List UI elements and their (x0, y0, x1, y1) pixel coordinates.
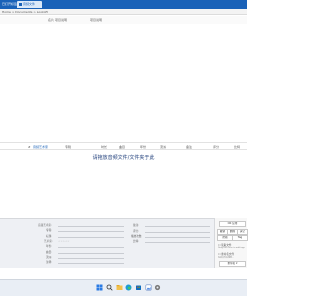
label-title: 标题: (46, 235, 53, 238)
bitrate-input[interactable] (145, 242, 210, 243)
column-genre[interactable]: 流派 (160, 145, 166, 149)
apply-button[interactable]: OK 应用 (219, 221, 246, 227)
year-input[interactable] (58, 247, 124, 248)
column-comment[interactable]: 备注 (186, 145, 192, 149)
side-action-panel: OK 应用 撤销 删除 清空 帮助 Tag ☐ 读取文件 Drag files … (214, 218, 248, 268)
tab-opened[interactable]: 已打开标签 (0, 1, 17, 8)
hint-text: Drag files here to add tags (218, 247, 245, 249)
tag-button[interactable]: Tag (232, 235, 248, 241)
column-bitrate[interactable]: 比特 (234, 145, 240, 149)
tab-audio-files[interactable]: 音频文件 (17, 1, 42, 8)
column-album[interactable]: 专辑 (65, 145, 71, 149)
settings-icon[interactable] (154, 284, 161, 291)
rename-hint: 包括文件名规则... (218, 257, 234, 259)
rename-button[interactable]: 重命名 ▾ (219, 261, 246, 267)
drop-zone-text: 请拖放音频文件/文件夹于此 (92, 155, 155, 161)
album-artist-input[interactable] (58, 226, 124, 227)
track-column-header: # 音频艺术家 专辑 时长 曲目 年份 流派 备注 评分 比特 (0, 142, 247, 150)
column-number[interactable]: # (28, 145, 31, 149)
column-rating[interactable]: 评分 (213, 145, 219, 149)
label-comment: 注释: (46, 261, 53, 264)
taskbar (0, 279, 247, 296)
label-album-artist: 音频艺术家: (38, 224, 52, 227)
rating-input[interactable] (145, 232, 210, 233)
subheader-col-a[interactable]: 名片 项目说明 (48, 18, 67, 22)
music-icon (19, 2, 22, 6)
label-bitrate: 比特: (133, 240, 140, 243)
label-remark: 备注: (133, 224, 140, 227)
subheader-col-b[interactable]: 项目说明 (90, 18, 102, 22)
remark-input[interactable] (145, 226, 210, 227)
tag-properties-panel: 音频艺术家: 专辑: 标题: 艺术家: 年份: 曲目: 流派: 注释: ☆☆☆☆… (0, 218, 247, 268)
help-button[interactable]: 帮助 (217, 235, 233, 241)
album-input[interactable] (58, 231, 124, 232)
breadcrumb[interactable]: Home > Documents > Lookoft (2, 10, 48, 14)
file-list-subheader: 名片 项目说明 项目说明 (0, 16, 247, 24)
label-track: 曲目: (46, 251, 53, 254)
file-explorer-icon[interactable] (116, 284, 123, 291)
column-duration[interactable]: 时长 (101, 145, 107, 149)
column-year[interactable]: 年份 (140, 145, 146, 149)
label-album: 专辑: (46, 229, 53, 232)
label-artist: 艺术家: (44, 240, 53, 243)
genre-input[interactable] (58, 258, 124, 259)
search-icon[interactable] (106, 284, 113, 291)
rating-stars[interactable]: ☆☆☆☆☆ (58, 240, 70, 243)
tab-label: 音频文件 (23, 2, 36, 6)
windows-start-icon[interactable] (96, 284, 103, 291)
column-artist[interactable]: 音频艺术家 (33, 145, 48, 149)
label-play-count: 播放次数: (131, 235, 143, 238)
photos-icon[interactable] (145, 284, 152, 291)
play-count-input[interactable] (145, 237, 210, 238)
label-year: 年份: (46, 245, 53, 248)
tab-label: 已打开标签 (2, 2, 18, 6)
comment-input[interactable] (58, 263, 124, 264)
title-input[interactable] (58, 237, 124, 238)
label-genre: 流派: (46, 256, 53, 259)
column-track[interactable]: 曲目 (119, 145, 125, 149)
label-rating: 评分: (133, 230, 140, 233)
edge-icon[interactable] (125, 284, 132, 291)
store-icon[interactable] (135, 284, 142, 291)
track-input[interactable] (58, 253, 124, 254)
folder-view[interactable] (0, 24, 247, 142)
